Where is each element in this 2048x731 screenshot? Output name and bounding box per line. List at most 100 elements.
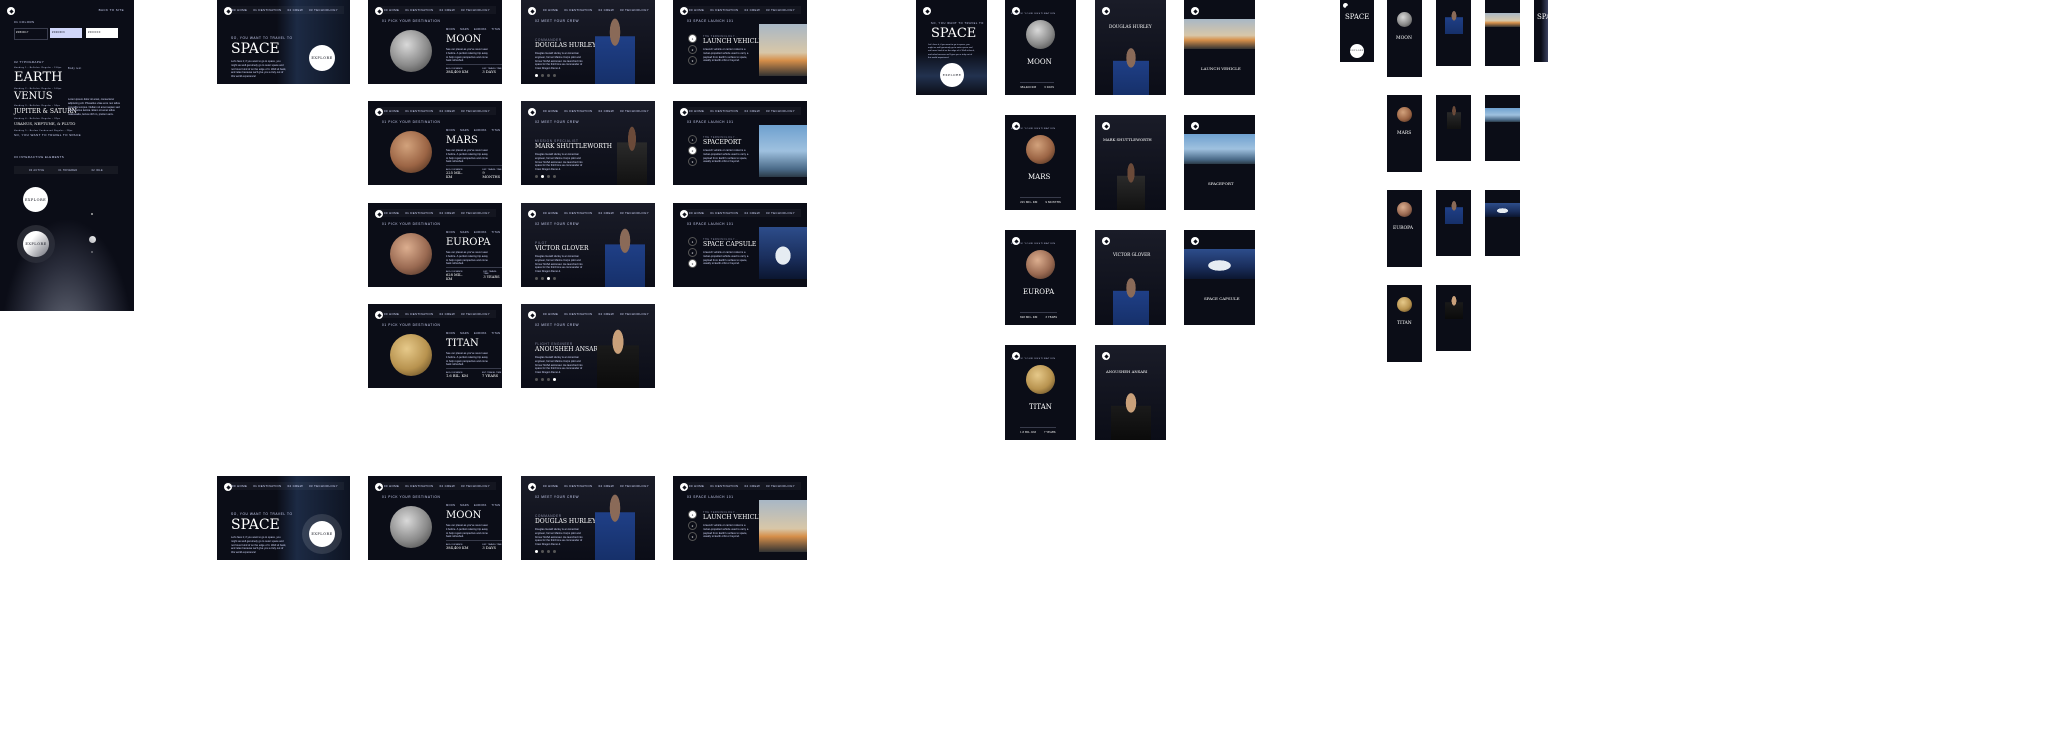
nav-technology[interactable]: 03 TECHNOLOGY <box>309 8 338 12</box>
nav-home[interactable]: 00 HOME <box>384 211 399 215</box>
tab-europa[interactable]: EUROPA <box>474 332 487 335</box>
nav-crew[interactable]: 02 CREW <box>745 211 760 215</box>
slider-dot-small-2[interactable] <box>91 213 93 215</box>
tech-step-3[interactable]: 3 <box>688 259 697 268</box>
nav-crew[interactable]: 02 CREW <box>440 484 455 488</box>
tab-moon[interactable]: MOON <box>446 504 455 507</box>
nav-crew[interactable]: 02 CREW <box>440 312 455 316</box>
crew-dot-2[interactable] <box>541 378 544 381</box>
tech-step-2[interactable]: 2 <box>688 248 697 257</box>
crew-dot-2[interactable] <box>541 550 544 553</box>
explore-button[interactable]: EXPLORE <box>309 45 335 71</box>
crew-dot-3[interactable] <box>547 277 550 280</box>
nav-destination[interactable]: 01 DESTINATION <box>710 8 738 12</box>
nav-home[interactable]: 00 HOME <box>543 8 558 12</box>
nav-crew[interactable]: 02 CREW <box>599 312 614 316</box>
nav-home[interactable]: 00 HOME <box>543 484 558 488</box>
nav-crew[interactable]: 02 CREW <box>440 109 455 113</box>
nav-crew[interactable]: 02 CREW <box>745 109 760 113</box>
nav-home[interactable]: 00 HOME <box>689 8 704 12</box>
tab-mars[interactable]: MARS <box>460 129 469 132</box>
nav-destination[interactable]: 01 DESTINATION <box>710 484 738 488</box>
tab-moon[interactable]: MOON <box>446 231 455 234</box>
nav-crew[interactable]: 02 CREW <box>288 484 303 488</box>
crew-dot-3[interactable] <box>547 74 550 77</box>
nav-destination[interactable]: 01 DESTINATION <box>564 484 592 488</box>
nav-destination[interactable]: 01 DESTINATION <box>564 312 592 316</box>
nav-home[interactable]: 00 HOME <box>543 312 558 316</box>
nav-home[interactable]: 00 HOME <box>384 109 399 113</box>
star-logo-icon[interactable] <box>1102 122 1110 130</box>
nav-technology[interactable]: 03 TECHNOLOGY <box>766 211 795 215</box>
nav-sample-hovered[interactable]: 01 HOVERED <box>58 169 77 172</box>
crew-dot-3[interactable] <box>547 175 550 178</box>
crew-dot-2[interactable] <box>541 74 544 77</box>
tab-europa[interactable]: EUROPA <box>474 231 487 234</box>
nav-home[interactable]: 00 HOME <box>689 109 704 113</box>
star-logo-icon[interactable] <box>1343 3 1348 8</box>
nav-crew[interactable]: 02 CREW <box>440 8 455 12</box>
nav-crew[interactable]: 02 CREW <box>599 109 614 113</box>
crew-dot-1[interactable] <box>535 74 538 77</box>
star-logo-icon[interactable] <box>1191 122 1199 130</box>
nav-destination[interactable]: 01 DESTINATION <box>253 484 281 488</box>
nav-destination[interactable]: 01 DESTINATION <box>405 109 433 113</box>
nav-home[interactable]: 00 HOME <box>689 484 704 488</box>
nav-technology[interactable]: 03 TECHNOLOGY <box>620 211 649 215</box>
tab-titan[interactable]: TITAN <box>492 332 501 335</box>
nav-crew[interactable]: 02 CREW <box>745 484 760 488</box>
nav-crew[interactable]: 02 CREW <box>599 211 614 215</box>
nav-destination[interactable]: 01 DESTINATION <box>710 211 738 215</box>
nav-home[interactable]: 00 HOME <box>543 109 558 113</box>
crew-dot-4[interactable] <box>553 277 556 280</box>
star-logo-icon[interactable] <box>1102 352 1110 360</box>
star-logo-icon[interactable] <box>1191 7 1199 15</box>
tab-mars[interactable]: MARS <box>460 504 469 507</box>
tech-step-3[interactable]: 3 <box>688 532 697 541</box>
explore-button[interactable]: EXPLORE <box>309 521 335 547</box>
nav-crew[interactable]: 02 CREW <box>745 8 760 12</box>
tab-mars[interactable]: MARS <box>460 332 469 335</box>
star-logo-icon[interactable] <box>528 483 536 491</box>
tech-step-1[interactable]: 1 <box>688 34 697 43</box>
tab-mars[interactable]: MARS <box>460 231 469 234</box>
crew-dot-4[interactable] <box>553 175 556 178</box>
back-to-site-link[interactable]: BACK TO SITE <box>99 8 124 12</box>
tab-moon[interactable]: MOON <box>446 129 455 132</box>
nav-destination[interactable]: 01 DESTINATION <box>564 109 592 113</box>
tech-step-1[interactable]: 1 <box>688 135 697 144</box>
crew-dot-1[interactable] <box>535 277 538 280</box>
nav-home[interactable]: 00 HOME <box>543 211 558 215</box>
nav-home[interactable]: 00 HOME <box>232 8 247 12</box>
nav-home[interactable]: 00 HOME <box>384 484 399 488</box>
tab-titan[interactable]: TITAN <box>492 231 501 234</box>
crew-dot-4[interactable] <box>553 378 556 381</box>
star-logo-icon[interactable] <box>923 7 931 15</box>
nav-destination[interactable]: 01 DESTINATION <box>564 8 592 12</box>
star-logo-icon[interactable] <box>1102 7 1110 15</box>
nav-technology[interactable]: 03 TECHNOLOGY <box>461 312 490 316</box>
nav-technology[interactable]: 03 TECHNOLOGY <box>461 484 490 488</box>
star-logo-icon[interactable] <box>1191 237 1199 245</box>
nav-technology[interactable]: 03 TECHNOLOGY <box>309 484 338 488</box>
explore-button[interactable]: EXPLORE <box>1350 44 1364 58</box>
nav-technology[interactable]: 03 TECHNOLOGY <box>461 109 490 113</box>
star-logo-icon[interactable] <box>1102 237 1110 245</box>
explore-button[interactable]: EXPLORE <box>940 63 964 87</box>
nav-destination[interactable]: 01 DESTINATION <box>405 211 433 215</box>
tab-europa[interactable]: EUROPA <box>474 129 487 132</box>
tech-step-2[interactable]: 2 <box>688 521 697 530</box>
nav-destination[interactable]: 01 DESTINATION <box>405 312 433 316</box>
tab-moon[interactable]: MOON <box>446 28 455 31</box>
tech-step-3[interactable]: 3 <box>688 157 697 166</box>
nav-technology[interactable]: 03 TECHNOLOGY <box>766 484 795 488</box>
crew-dot-1[interactable] <box>535 550 538 553</box>
crew-dot-1[interactable] <box>535 378 538 381</box>
crew-dot-2[interactable] <box>541 277 544 280</box>
tech-step-2[interactable]: 2 <box>688 146 697 155</box>
explore-button-sample[interactable]: EXPLORE <box>23 187 48 212</box>
tab-moon[interactable]: MOON <box>446 332 455 335</box>
nav-crew[interactable]: 02 CREW <box>288 8 303 12</box>
nav-sample-idle[interactable]: 02 IDLE <box>92 169 103 172</box>
nav-home[interactable]: 00 HOME <box>232 484 247 488</box>
